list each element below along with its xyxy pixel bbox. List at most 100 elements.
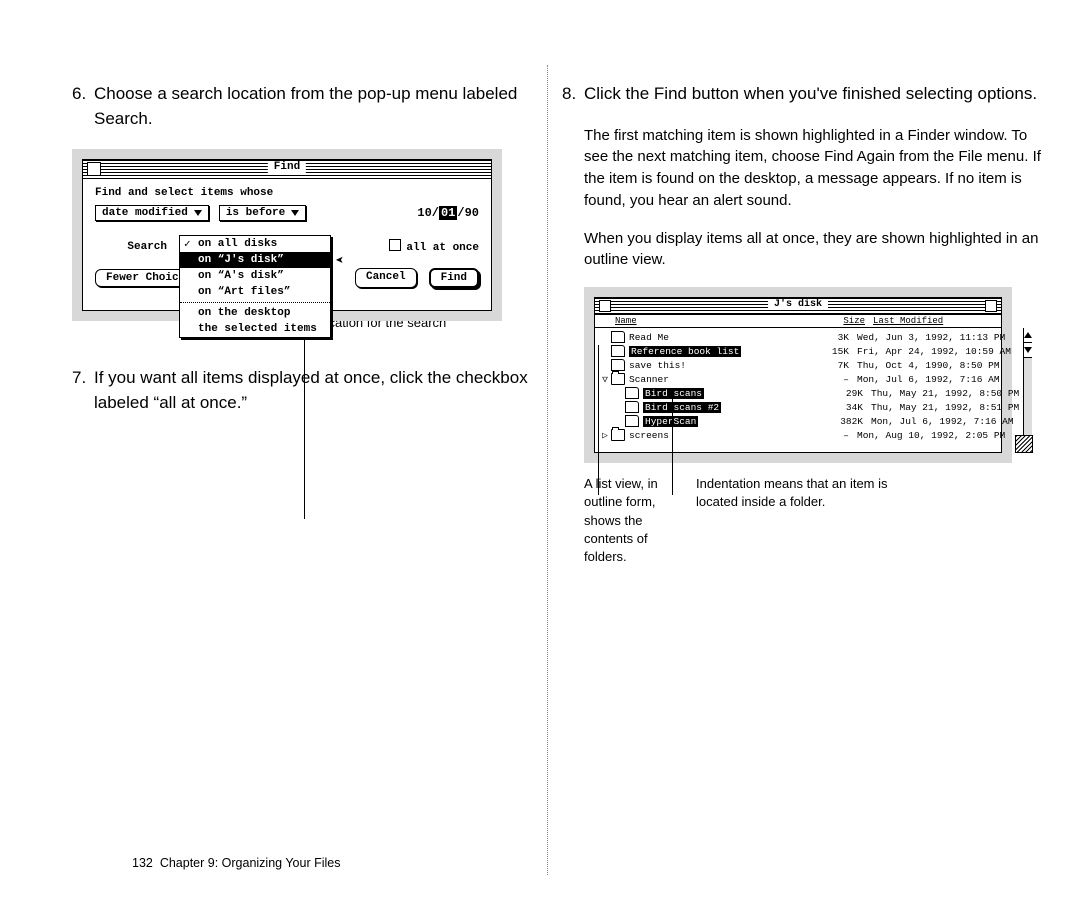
item-size: 3K <box>807 332 849 343</box>
column-header-name[interactable]: Name <box>599 316 825 326</box>
menu-item-highlighted[interactable]: on “J's disk” <box>180 252 330 268</box>
step-number: 8. <box>562 82 584 107</box>
attribute-label: date modified <box>102 207 188 219</box>
list-titlebar: J's disk <box>595 298 1001 315</box>
step-8: 8. Click the Find button when you've fin… <box>562 82 1042 107</box>
item-date: Mon, Jul 6, 1992, 7:16 AM <box>849 374 1019 385</box>
item-name: Reference book list <box>629 346 807 357</box>
grow-box-icon[interactable] <box>1015 435 1033 453</box>
disclosure-triangle-icon[interactable]: ▽ <box>599 374 611 385</box>
file-row[interactable]: Read Me3KWed, Jun 3, 1992, 11:13 PM <box>595 330 1023 344</box>
operator-label: is before <box>226 207 285 219</box>
item-name: screens <box>629 430 807 441</box>
window-title: J's disk <box>768 299 828 310</box>
item-name: HyperScan <box>643 416 821 427</box>
find-titlebar: Find <box>83 160 491 179</box>
chapter-title: Chapter 9: Organizing Your Files <box>160 856 341 870</box>
checkbox-icon <box>389 239 401 251</box>
date-field[interactable]: 10/01/90 <box>417 206 479 220</box>
item-size: – <box>807 374 849 385</box>
item-date: Thu, Oct 4, 1990, 8:50 PM <box>849 360 1019 371</box>
chevron-down-icon <box>194 210 202 216</box>
attribute-popup[interactable]: date modified <box>95 205 209 221</box>
document-icon <box>625 401 639 413</box>
item-size: 34K <box>821 402 863 413</box>
document-icon <box>625 387 639 399</box>
column-header-size[interactable]: Size <box>825 316 865 326</box>
callout-leader <box>598 345 599 495</box>
column-header-date[interactable]: Last Modified <box>865 316 997 326</box>
item-date: Wed, Jun 3, 1992, 11:13 PM <box>849 332 1019 343</box>
step-number: 6. <box>72 82 94 131</box>
folder-row[interactable]: ▷ screens–Mon, Aug 10, 1992, 2:05 PM <box>595 428 1023 442</box>
file-row[interactable]: Bird scans29KThu, May 21, 1992, 8:50 PM <box>595 386 1023 400</box>
item-name: Bird scans <box>643 388 821 399</box>
find-window-figure: Find Find and select items whose date mo… <box>72 149 502 321</box>
step-7: 7. If you want all items displayed at on… <box>72 366 532 415</box>
item-size: 7K <box>807 360 849 371</box>
list-window-figure: J's disk Name Size Last Modified Read Me… <box>584 287 1012 463</box>
disclosure-triangle-icon[interactable]: ▷ <box>599 430 611 441</box>
search-label: Search <box>95 241 167 253</box>
step-text: If you want all items displayed at once,… <box>94 366 532 415</box>
item-name: save this! <box>629 360 807 371</box>
menu-item[interactable]: on “A's disk” <box>180 268 330 284</box>
item-date: Fri, Apr 24, 1992, 10:59 AM <box>849 346 1019 357</box>
document-icon <box>611 359 625 371</box>
item-date: Mon, Jul 6, 1992, 7:16 AM <box>863 416 1019 427</box>
search-location-popup[interactable]: on all disks on “J's disk” on “A's disk”… <box>179 235 331 338</box>
find-button[interactable]: Find <box>429 268 479 288</box>
close-box-icon[interactable] <box>87 162 101 176</box>
file-row[interactable]: HyperScan382KMon, Jul 6, 1992, 7:16 AM <box>595 414 1023 428</box>
menu-separator <box>180 302 330 303</box>
list-header: Name Size Last Modified <box>595 315 1001 328</box>
cursor-icon: ➤ <box>335 253 343 270</box>
all-at-once-checkbox[interactable]: all at once <box>389 239 479 254</box>
file-row[interactable]: Bird scans #234KThu, May 21, 1992, 8:51 … <box>595 400 1023 414</box>
chevron-down-icon <box>291 210 299 216</box>
item-name: Bird scans #2 <box>643 402 821 413</box>
cancel-button[interactable]: Cancel <box>355 268 417 288</box>
list-rows: Read Me3KWed, Jun 3, 1992, 11:13 PMRefer… <box>595 328 1023 452</box>
document-icon <box>611 331 625 343</box>
step-6: 6. Choose a search location from the pop… <box>72 82 532 131</box>
column-divider <box>547 65 548 875</box>
figure-caption: Indentation means that an item is locate… <box>696 475 916 566</box>
menu-item[interactable]: on “Art files” <box>180 284 330 300</box>
step-text: Choose a search location from the pop-up… <box>94 82 532 131</box>
item-size: 15K <box>807 346 849 357</box>
window-title: Find <box>268 161 306 173</box>
close-box-icon[interactable] <box>599 300 611 312</box>
step-text: Click the Find button when you've finish… <box>584 82 1042 107</box>
body-paragraph: When you display items all at once, they… <box>584 228 1042 272</box>
item-size: – <box>807 430 849 441</box>
zoom-box-icon[interactable] <box>985 300 997 312</box>
page-number: 132 <box>132 856 153 870</box>
document-icon <box>611 345 625 357</box>
menu-item[interactable]: on the desktop <box>180 305 330 321</box>
folder-row[interactable]: ▽ Scanner–Mon, Jul 6, 1992, 7:16 AM <box>595 372 1023 386</box>
item-name: Read Me <box>629 332 807 343</box>
file-row[interactable]: Reference book list15KFri, Apr 24, 1992,… <box>595 344 1023 358</box>
document-icon <box>625 415 639 427</box>
find-prompt: Find and select items whose <box>95 187 479 199</box>
operator-popup[interactable]: is before <box>219 205 306 221</box>
item-size: 382K <box>821 416 863 427</box>
scroll-up-icon[interactable] <box>1024 328 1032 343</box>
folder-icon <box>611 373 625 385</box>
step-number: 7. <box>72 366 94 415</box>
item-date: Mon, Aug 10, 1992, 2:05 PM <box>849 430 1019 441</box>
folder-icon <box>611 429 625 441</box>
scroll-down-icon[interactable] <box>1024 343 1032 358</box>
item-date: Thu, May 21, 1992, 8:51 PM <box>863 402 1019 413</box>
menu-item[interactable]: on all disks <box>180 236 330 252</box>
item-name: Scanner <box>629 374 807 385</box>
item-date: Thu, May 21, 1992, 8:50 PM <box>863 388 1019 399</box>
callout-leader <box>672 397 673 495</box>
file-row[interactable]: save this!7KThu, Oct 4, 1990, 8:50 PM <box>595 358 1023 372</box>
menu-item[interactable]: the selected items <box>180 321 330 337</box>
page-footer: 132 Chapter 9: Organizing Your Files <box>132 856 340 870</box>
body-paragraph: The first matching item is shown highlig… <box>584 125 1042 212</box>
vertical-scrollbar[interactable] <box>1023 328 1032 452</box>
item-size: 29K <box>821 388 863 399</box>
